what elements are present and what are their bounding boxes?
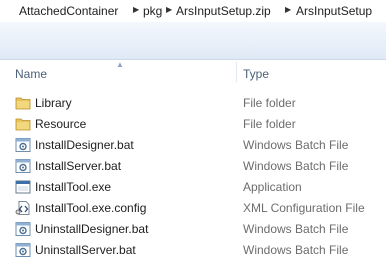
file-name: UninstallDesigner.bat bbox=[35, 222, 149, 236]
file-name: InstallDesigner.bat bbox=[35, 138, 134, 152]
breadcrumb-separator-icon[interactable]: ▶ bbox=[166, 5, 172, 14]
file-type: XML Configuration File bbox=[243, 201, 365, 215]
file-row[interactable]: Resource File folder bbox=[0, 113, 386, 134]
config-file-icon bbox=[15, 200, 31, 216]
file-row[interactable]: InstallDesigner.bat Windows Batch File bbox=[0, 134, 386, 155]
column-header-name[interactable]: Name bbox=[15, 67, 47, 81]
breadcrumb-separator-icon[interactable]: ▶ bbox=[133, 5, 139, 14]
file-name: Library bbox=[35, 96, 72, 110]
batch-file-icon bbox=[15, 137, 31, 153]
file-name: InstallTool.exe bbox=[35, 180, 112, 194]
file-row[interactable]: InstallTool.exe.config XML Configuration… bbox=[0, 197, 386, 218]
file-type: Windows Batch File bbox=[243, 159, 349, 173]
breadcrumb-separator-icon[interactable]: ▶ bbox=[285, 5, 291, 14]
file-name: Resource bbox=[35, 117, 87, 131]
breadcrumb-pkg[interactable]: pkg bbox=[143, 4, 162, 18]
file-type: File folder bbox=[243, 117, 296, 131]
toolbar-band bbox=[0, 22, 386, 60]
file-type: File folder bbox=[243, 96, 296, 110]
breadcrumb-arsinputsetup-zip[interactable]: ArsInputSetup.zip bbox=[176, 4, 271, 18]
column-header-row: ▲ Name Type bbox=[0, 60, 386, 84]
application-icon bbox=[15, 179, 31, 195]
breadcrumb-attachedcontainer[interactable]: AttachedContainer bbox=[19, 4, 118, 18]
column-divider[interactable] bbox=[236, 62, 237, 82]
file-name: InstallServer.bat bbox=[35, 159, 122, 173]
file-name: UninstallServer.bat bbox=[35, 243, 136, 257]
column-header-type[interactable]: Type bbox=[243, 67, 269, 81]
file-row[interactable]: InstallServer.bat Windows Batch File bbox=[0, 155, 386, 176]
file-type: Windows Batch File bbox=[243, 138, 349, 152]
breadcrumb-arsinputsetup[interactable]: ArsInputSetup bbox=[296, 4, 372, 18]
file-row[interactable]: InstallTool.exe Application bbox=[0, 176, 386, 197]
batch-file-icon bbox=[15, 242, 31, 258]
file-type: Windows Batch File bbox=[243, 243, 349, 257]
file-row[interactable]: UninstallDesigner.bat Windows Batch File bbox=[0, 218, 386, 239]
file-row[interactable]: UninstallServer.bat Windows Batch File bbox=[0, 239, 386, 260]
address-bar[interactable]: AttachedContainer ▶ pkg ▶ ArsInputSetup.… bbox=[0, 0, 386, 23]
file-type: Application bbox=[243, 180, 302, 194]
batch-file-icon bbox=[15, 221, 31, 237]
file-row[interactable]: Library File folder bbox=[0, 92, 386, 113]
batch-file-icon bbox=[15, 158, 31, 174]
file-type: Windows Batch File bbox=[243, 222, 349, 236]
folder-icon bbox=[15, 116, 31, 132]
file-name: InstallTool.exe.config bbox=[35, 201, 147, 215]
sort-ascending-icon: ▲ bbox=[116, 60, 124, 69]
folder-icon bbox=[15, 95, 31, 111]
